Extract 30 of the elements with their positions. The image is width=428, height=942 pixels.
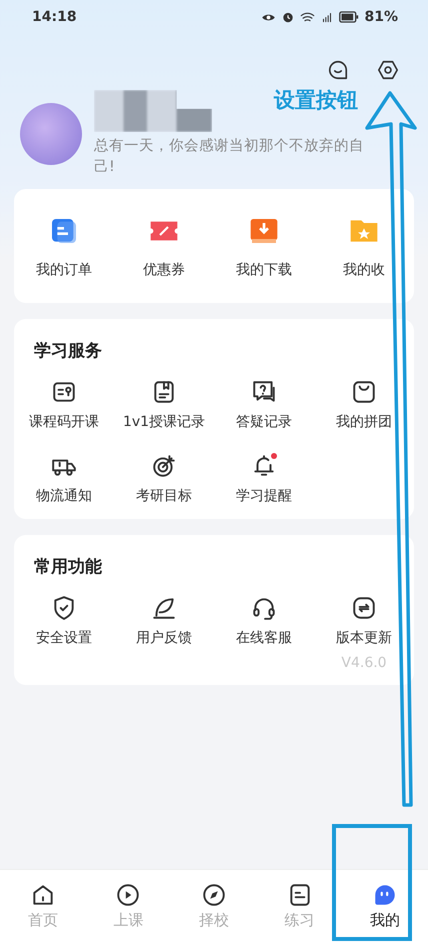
section-title: 学习服务 — [34, 340, 103, 363]
menu-item[interactable]: 版本更新 — [336, 595, 392, 647]
battery-percent: 81% — [364, 9, 398, 25]
clock-time: 14:18 — [32, 9, 77, 25]
play-circle-icon — [115, 882, 142, 908]
menu-item[interactable]: 答疑记录 — [236, 379, 292, 431]
menu-item[interactable]: 安全设置 — [36, 595, 92, 647]
compass-icon — [200, 882, 227, 908]
menu-item[interactable]: 优惠券 — [143, 215, 185, 279]
menu-item[interactable]: 我的订单 — [36, 215, 92, 279]
settings-icon — [377, 59, 399, 81]
chat-bubble-icon — [327, 59, 349, 81]
bag-icon — [351, 379, 377, 405]
menu-item[interactable]: 课程码开课 — [29, 379, 99, 431]
menu-item[interactable]: 用户反馈 — [136, 595, 192, 647]
swap-icon — [351, 595, 377, 621]
menu-item[interactable]: 物流通知 — [36, 453, 92, 505]
menu-item[interactable]: 我的下载 — [236, 215, 292, 279]
target-icon — [151, 453, 177, 479]
profile-motto: 总有一天，你会感谢当初那个不放弃的自己! — [94, 136, 365, 177]
menu-item[interactable]: 1v1授课记录 — [122, 379, 206, 431]
menu-item[interactable]: 我的收 — [343, 215, 385, 279]
menu-item[interactable]: 考研目标 — [136, 453, 192, 505]
section-title: 常用功能 — [34, 556, 103, 579]
alarm-icon — [281, 10, 296, 24]
annotation-label: 设置按钮 — [274, 87, 358, 114]
menu-item[interactable]: 在线客服 — [236, 595, 292, 647]
tab[interactable]: 我的 — [342, 870, 428, 942]
menu-item[interactable]: 我的拼团 — [336, 379, 392, 431]
menu-item[interactable]: 学习提醒 — [236, 453, 292, 505]
